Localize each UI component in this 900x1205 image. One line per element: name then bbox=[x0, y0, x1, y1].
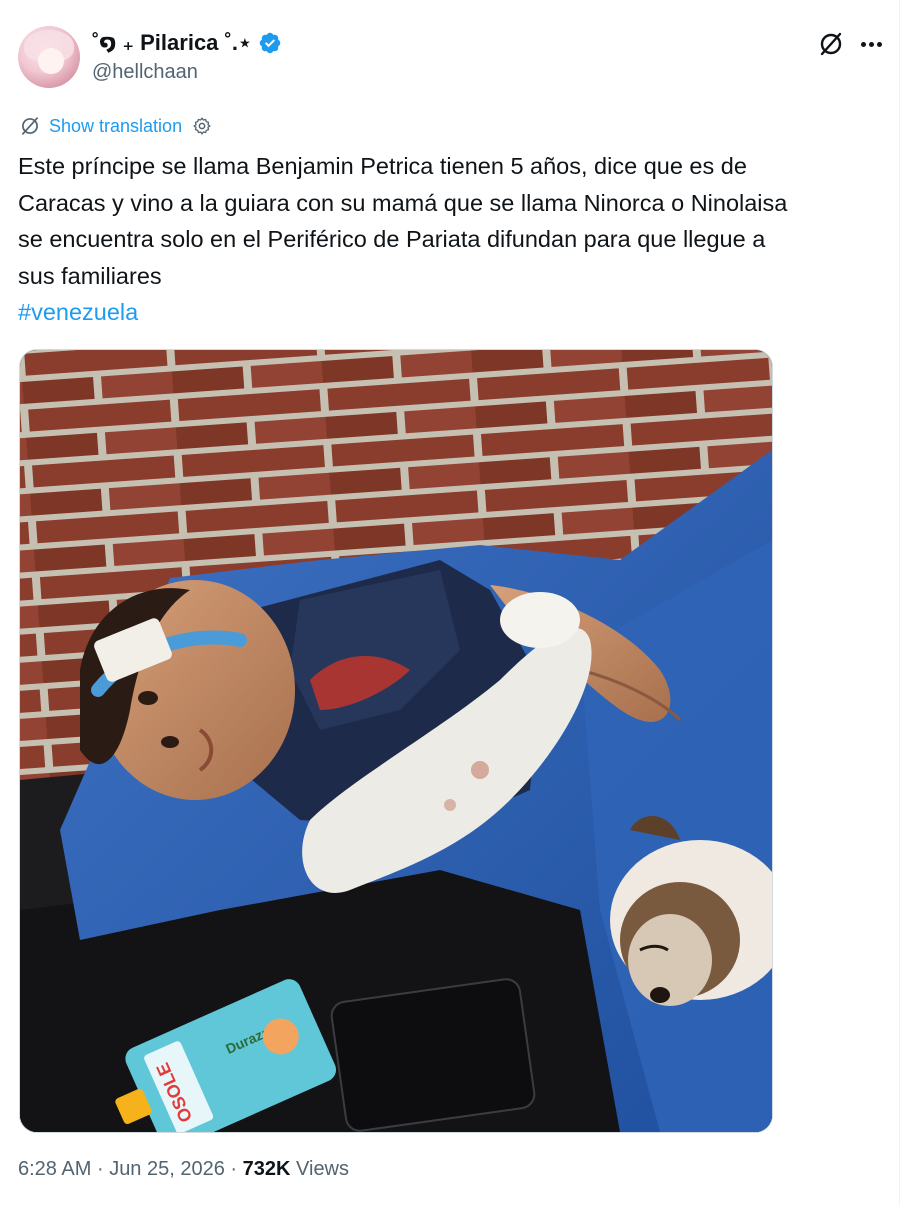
tweet-date[interactable]: Jun 25, 2026 bbox=[109, 1158, 225, 1180]
meta-separator: · bbox=[96, 1158, 104, 1180]
views-count: 732K bbox=[242, 1158, 291, 1180]
hashtag-link[interactable]: #venezuela bbox=[18, 294, 886, 331]
tweet-text-line: se encuentra solo en el Periférico de Pa… bbox=[18, 226, 766, 252]
tweet-photo[interactable]: OSOLE Durazno bbox=[19, 349, 773, 1133]
author-handle[interactable]: @hellchaan bbox=[92, 61, 198, 84]
tweet-text-line: Este príncipe se llama Benjamin Petrica … bbox=[18, 153, 747, 179]
avatar-face bbox=[38, 48, 64, 74]
translate-icon bbox=[22, 117, 38, 135]
tweet-text: Este príncipe se llama Benjamin Petrica … bbox=[18, 148, 886, 331]
author-avatar[interactable] bbox=[18, 26, 80, 88]
author-name-row[interactable]: ˚໑ ₊ Pilarica ˚.⋆ bbox=[92, 30, 282, 56]
verified-badge-icon bbox=[259, 32, 280, 54]
show-translation-link[interactable]: Show translation bbox=[49, 116, 182, 137]
tweet-time[interactable]: 6:28 AM bbox=[18, 1158, 91, 1180]
photo-illustration: OSOLE Durazno bbox=[20, 350, 772, 1132]
tweet-text-line: sus familiares bbox=[18, 262, 162, 289]
grok-icon[interactable] bbox=[817, 30, 845, 58]
tweet-meta: 6:28 AM · Jun 25, 2026 · 732K Views bbox=[18, 1158, 349, 1181]
views-label: Views bbox=[296, 1158, 350, 1180]
more-icon[interactable] bbox=[857, 30, 885, 58]
translation-row[interactable]: Show translation bbox=[19, 115, 212, 137]
gear-icon[interactable] bbox=[192, 116, 212, 136]
tweet-text-line: Caracas y vino a la guiara con su mamá q… bbox=[18, 189, 788, 216]
meta-separator: · bbox=[230, 1158, 238, 1180]
author-display-name[interactable]: ˚໑ ₊ Pilarica ˚.⋆ bbox=[92, 30, 252, 56]
tweet-card: ˚໑ ₊ Pilarica ˚.⋆ @hellchaan Show transl… bbox=[0, 0, 900, 1205]
